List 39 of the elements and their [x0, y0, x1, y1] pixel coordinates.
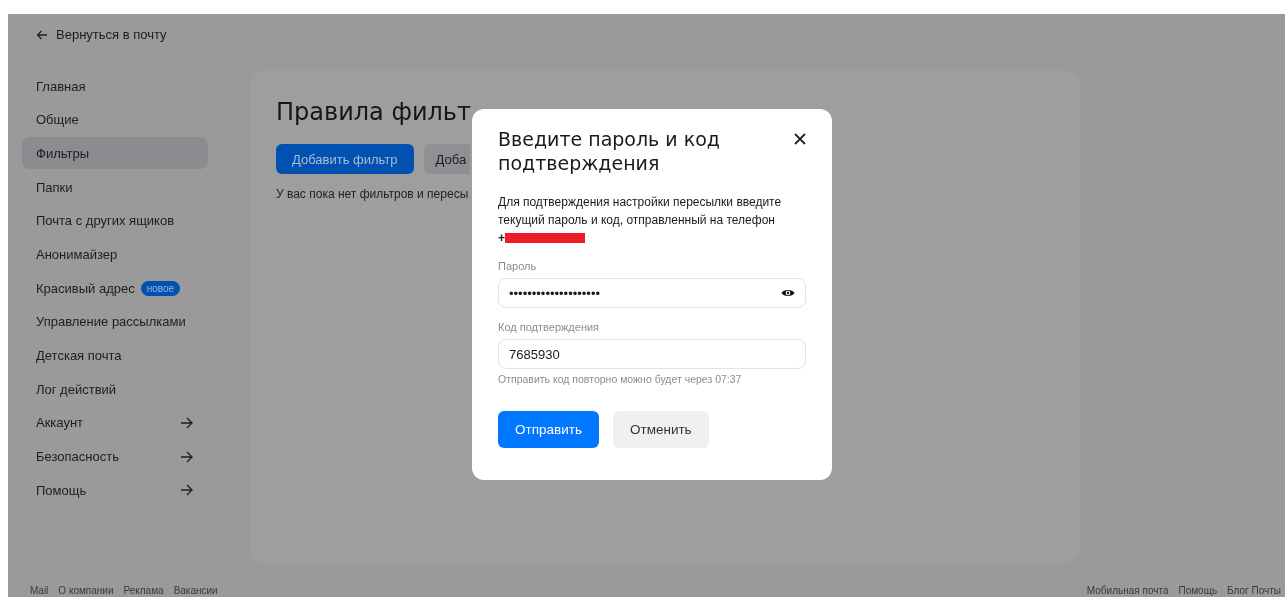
add-filter-button[interactable]: Добавить фильтр	[276, 144, 414, 174]
sidebar-item[interactable]: Анонимайзер	[22, 238, 208, 271]
footer-link[interactable]: Помощь	[1178, 585, 1218, 596]
password-field[interactable]: ••••••••••••••••••••	[498, 278, 806, 308]
sidebar-item[interactable]: Главная	[22, 70, 208, 102]
sidebar-item[interactable]: Фильтры	[22, 137, 208, 170]
phone-prefix: +	[498, 230, 505, 247]
add-filter-button[interactable]: Доба	[423, 144, 470, 174]
submit-button[interactable]: Отправить	[498, 411, 599, 448]
sidebar-item[interactable]: Аккаунт	[22, 406, 208, 439]
sidebar-item[interactable]: Почта с других ящиков	[22, 204, 208, 237]
sidebar-item[interactable]: Папки	[22, 171, 208, 204]
resend-hint: Отправить код повторно можно будет через 07:37	[498, 373, 743, 385]
footer-link[interactable]: О компании	[58, 585, 114, 596]
sidebar-item[interactable]: Красивый адрес новое	[22, 272, 208, 305]
sidebar-item[interactable]: Безопасность	[22, 440, 208, 473]
empty-message: У вас пока нет фильтров и пересы	[276, 187, 469, 201]
footer-link[interactable]: Mail	[30, 585, 49, 596]
sidebar-item[interactable]: Детская почта	[22, 339, 208, 372]
code-field[interactable]: 7685930	[498, 339, 806, 369]
dialog-title: Введите пароль и код подтверждения	[498, 127, 721, 175]
footer-link[interactable]: Вакансии	[173, 585, 218, 596]
eye-icon[interactable]	[781, 288, 795, 298]
cancel-button[interactable]: Отменить	[612, 411, 709, 448]
sidebar-item[interactable]: Общие	[22, 103, 208, 136]
sidebar-item[interactable]: Помощь	[22, 474, 208, 507]
footer-link[interactable]: Блог Почты	[1227, 585, 1281, 596]
field-label: Пароль	[498, 260, 538, 272]
field-label: Код подтверждения	[498, 321, 601, 333]
arrow-left-icon	[36, 29, 48, 40]
back-link[interactable]: Вернуться в почту	[36, 27, 208, 42]
sidebar-item[interactable]: Лог действий	[22, 373, 208, 406]
dialog-description: Для подтверждения настройки пересылки введите текущий пароль и код, отправленный на телефон	[498, 194, 783, 229]
footer-link[interactable]: Мобильная почта	[1086, 585, 1169, 596]
new-badge: новое	[140, 280, 181, 296]
page-title: Правила фильт	[276, 98, 471, 126]
footer-link[interactable]: Реклама	[123, 585, 164, 596]
close-icon[interactable]	[794, 133, 806, 145]
sidebar-item[interactable]: Управление рассылками	[22, 305, 208, 338]
